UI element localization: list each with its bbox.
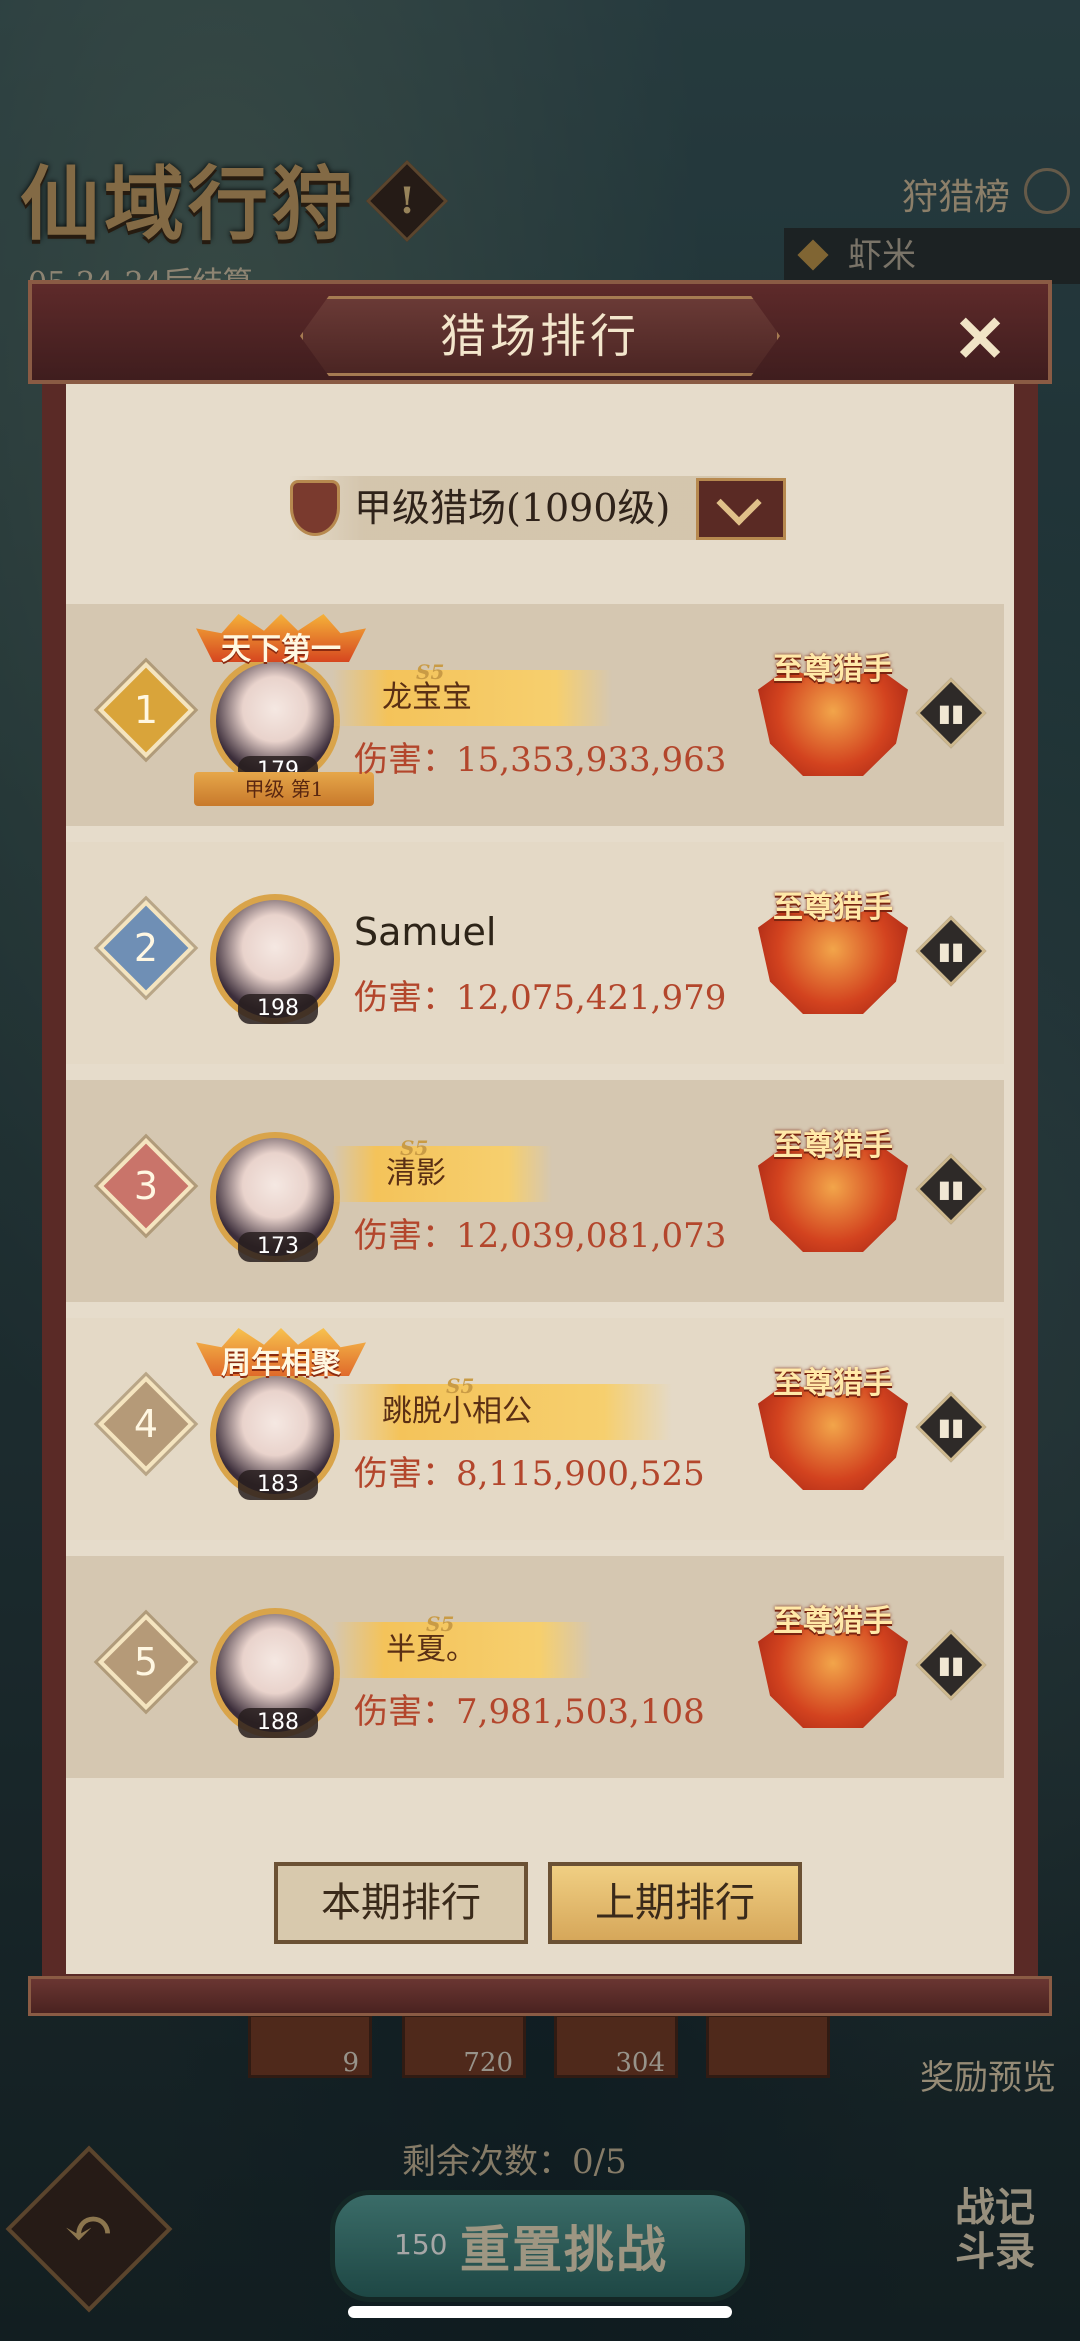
rank-badge: 1: [97, 661, 195, 759]
name-plate: [332, 670, 612, 726]
stats-button[interactable]: ▮▮: [915, 677, 987, 749]
arena-selector-label: 甲级猎场(1090级): [354, 486, 671, 530]
modal-footer: [28, 1976, 1052, 2016]
stats-button[interactable]: ▮▮: [915, 1391, 987, 1463]
player-name: 龙宝宝: [382, 680, 472, 715]
bar-chart-icon: ▮▮: [937, 1651, 965, 1679]
home-indicator[interactable]: [348, 2306, 732, 2318]
stats-button[interactable]: ▮▮: [915, 915, 987, 987]
title-badge: 至尊猎手: [748, 644, 918, 794]
ranking-row: 2 198 Samuel 伤害：12,075,421,979 至尊猎手 ▮▮: [66, 842, 1004, 1064]
ranking-row: 5 188 S5 半夏。 伤害：7,981,503,108 至尊猎手 ▮▮: [66, 1556, 1004, 1778]
rank-ribbon: 甲级 第1: [194, 772, 374, 806]
damage-value: 伤害：12,075,421,979: [354, 978, 727, 1018]
rank-badge: 5: [97, 1613, 195, 1711]
player-level: 198: [238, 994, 318, 1024]
stats-button[interactable]: ▮▮: [915, 1153, 987, 1225]
chevron-down-icon: [716, 480, 762, 526]
player-level: 173: [238, 1232, 318, 1262]
player-name: 半夏。: [386, 1632, 476, 1667]
dropdown-button[interactable]: [696, 478, 786, 540]
ranking-row: 3 173 S5 清影 伤害：12,039,081,073 至尊猎手 ▮▮: [66, 1080, 1004, 1302]
title-badge: 至尊猎手: [748, 1358, 918, 1508]
bar-chart-icon: ▮▮: [937, 1175, 965, 1203]
player-level: 188: [238, 1708, 318, 1738]
damage-value: 伤害：15,353,933,963: [354, 740, 727, 780]
damage-value: 伤害：7,981,503,108: [354, 1692, 705, 1732]
player-level: 183: [238, 1470, 318, 1500]
bar-chart-icon: ▮▮: [937, 699, 965, 727]
rank-badge: 4: [97, 1375, 195, 1473]
avatar-banner-text: 周年相聚: [221, 1346, 341, 1381]
ranking-row: 4 周年相聚 183 S5 跳脱小相公 伤害：8,115,900,525 至尊猎…: [66, 1318, 1004, 1540]
damage-value: 伤害：12,039,081,073: [354, 1216, 727, 1256]
bar-chart-icon: ▮▮: [937, 937, 965, 965]
close-icon[interactable]: ✕: [950, 308, 1010, 372]
avatar-banner-text: 天下第一: [221, 632, 341, 667]
modal-title: 猎场排行: [440, 309, 640, 363]
rank-badge: 3: [97, 1137, 195, 1235]
title-badge: 至尊猎手: [748, 1120, 918, 1270]
stats-button[interactable]: ▮▮: [915, 1629, 987, 1701]
title-badge: 至尊猎手: [748, 1596, 918, 1746]
rank-badge: 2: [97, 899, 195, 997]
player-name: Samuel: [354, 910, 497, 954]
ranking-list: 1 天下第一 179 甲级 第1 S5 龙宝宝 伤害：15,353,933,96…: [66, 604, 1004, 1794]
arena-emblem-icon: [290, 480, 340, 536]
tab-previous-ranking[interactable]: 上期排行: [548, 1862, 802, 1944]
damage-value: 伤害：8,115,900,525: [354, 1454, 705, 1494]
tab-current-ranking[interactable]: 本期排行: [274, 1862, 528, 1944]
title-badge: 至尊猎手: [748, 882, 918, 1032]
player-name: 跳脱小相公: [382, 1394, 532, 1429]
ranking-row: 1 天下第一 179 甲级 第1 S5 龙宝宝 伤害：15,353,933,96…: [66, 604, 1004, 826]
bar-chart-icon: ▮▮: [937, 1413, 965, 1441]
player-name: 清影: [386, 1156, 446, 1191]
